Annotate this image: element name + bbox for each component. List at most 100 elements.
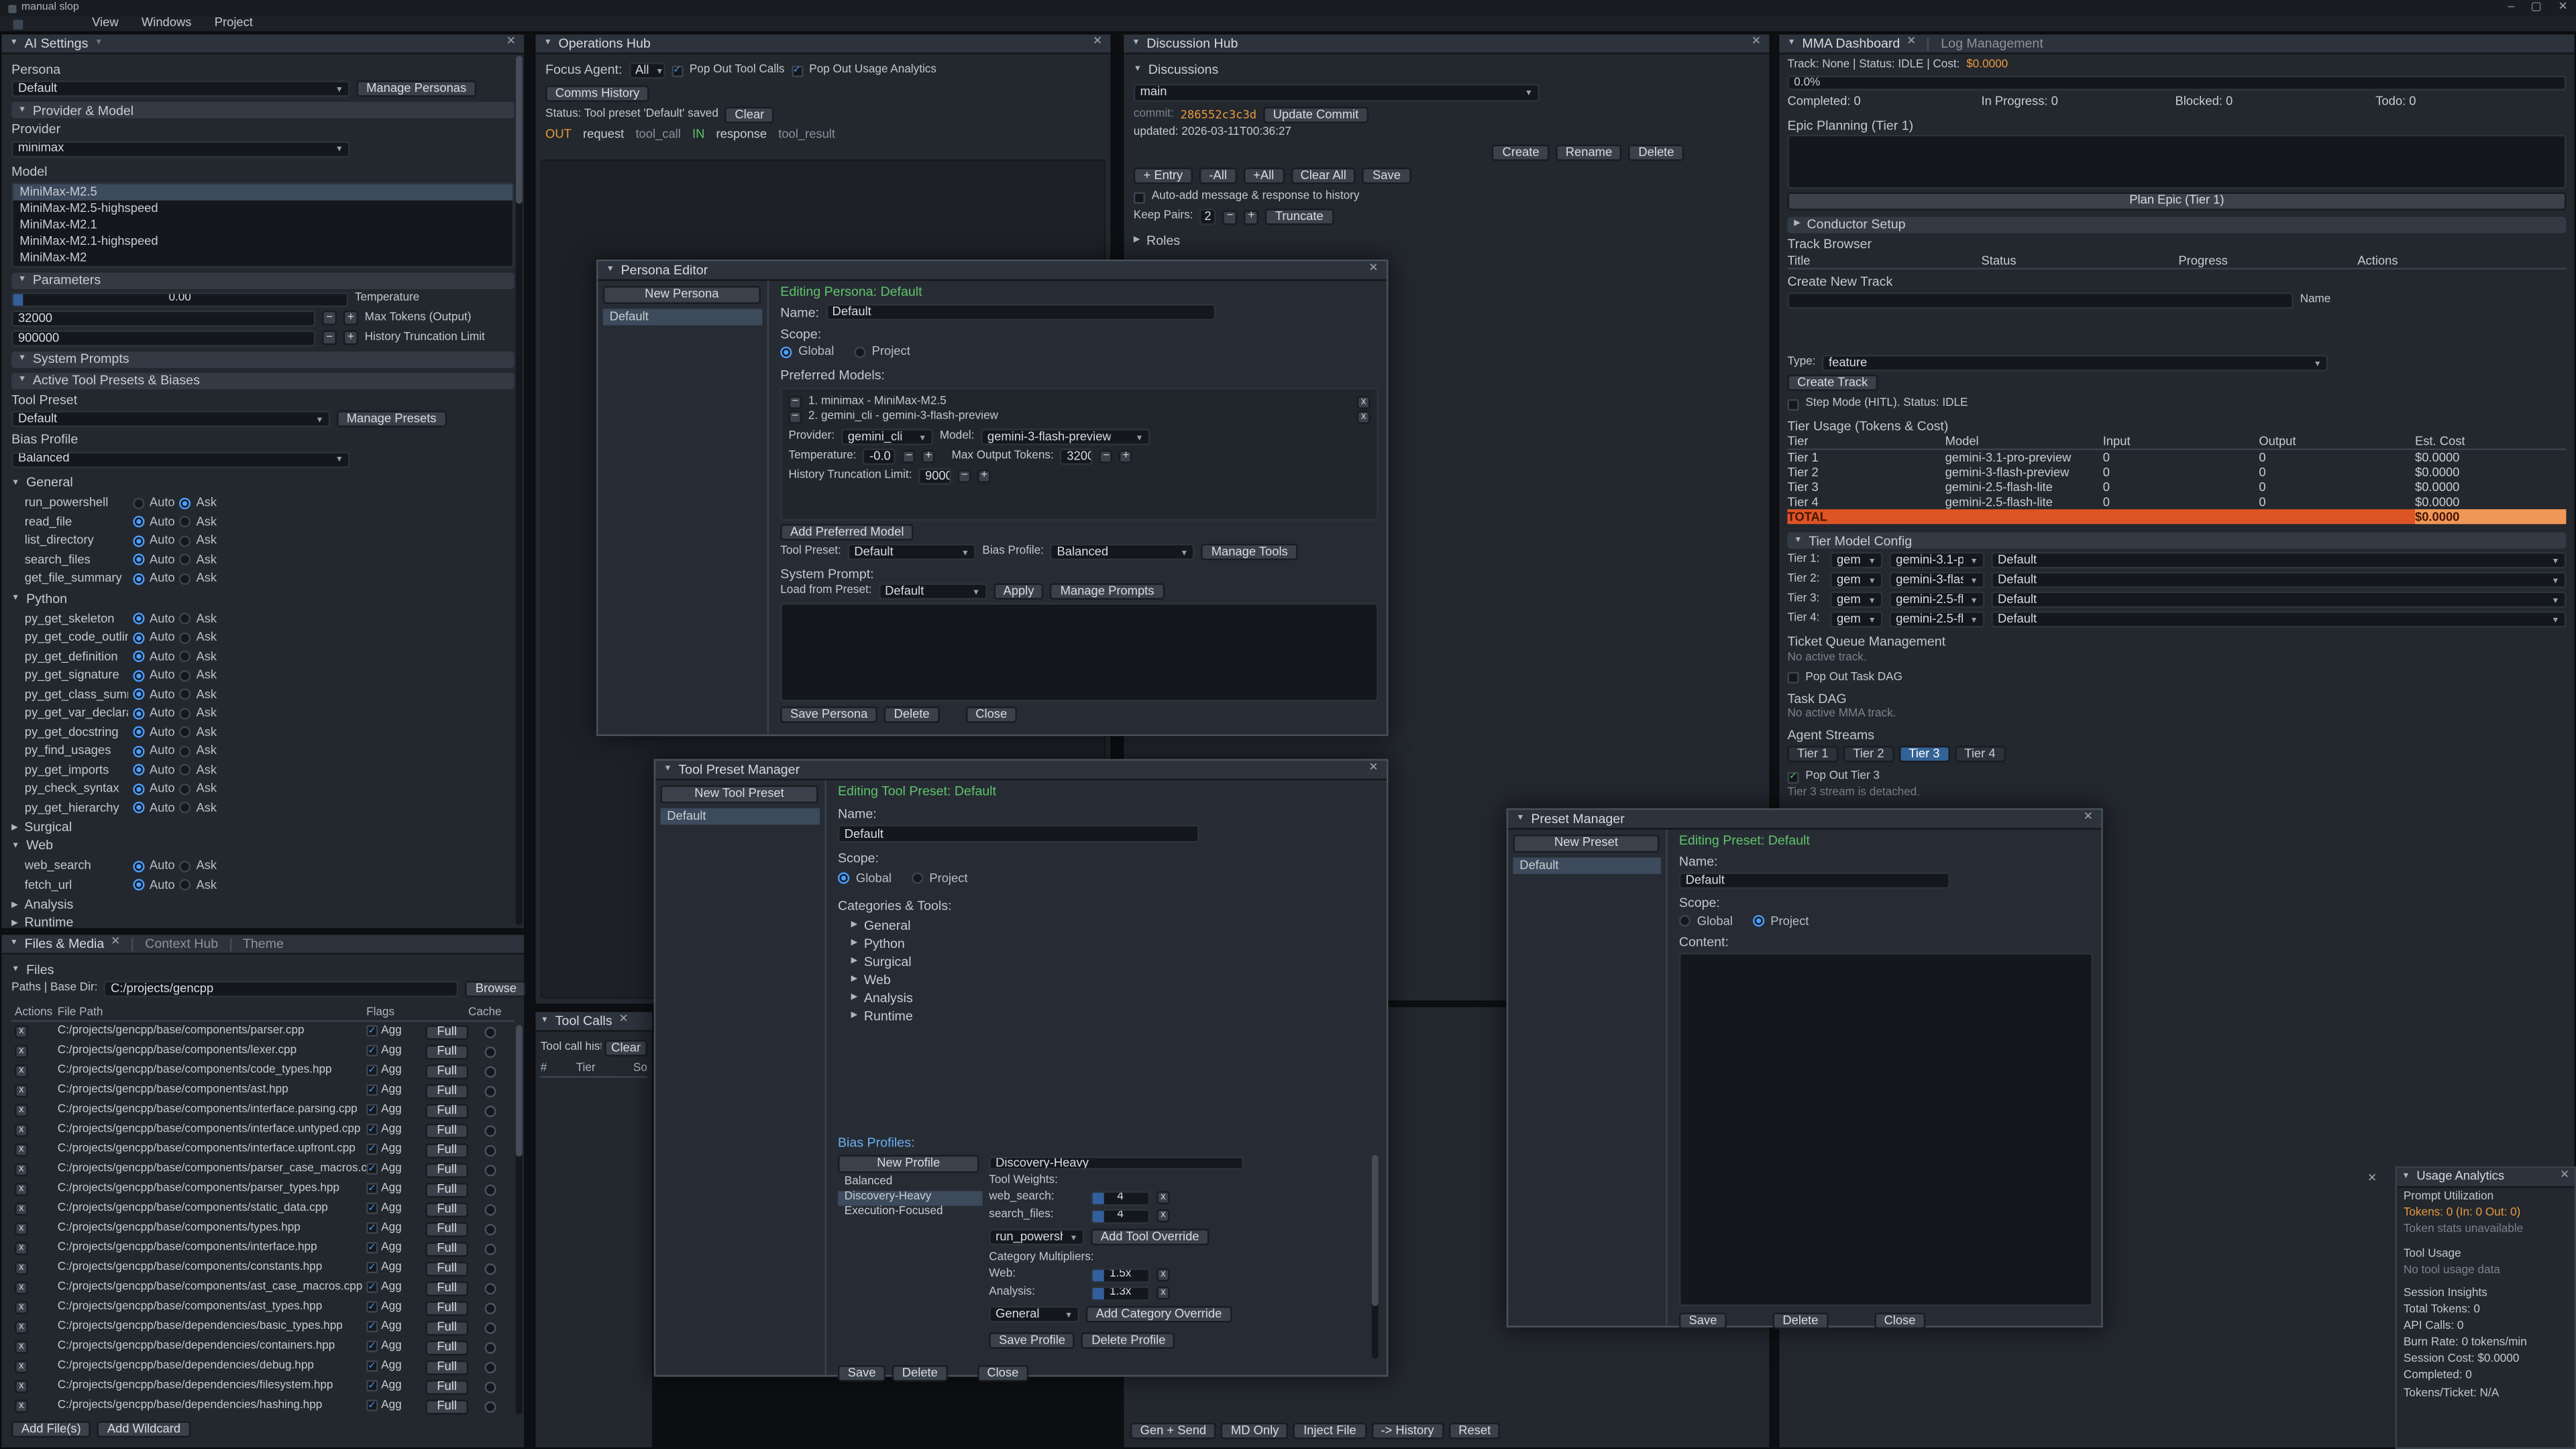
remove-file-button[interactable]: [15, 1262, 28, 1275]
collapse-icon[interactable]: [10, 40, 18, 48]
composer-button[interactable]: -> History: [1371, 1423, 1444, 1439]
tier-preset-dropdown[interactable]: Default: [1991, 553, 2566, 569]
agg-checkbox[interactable]: [366, 1203, 378, 1215]
remove-multiplier-button[interactable]: [1157, 1287, 1170, 1301]
increment-button[interactable]: [922, 451, 935, 464]
reorder-button[interactable]: [789, 411, 802, 425]
tier-model-dropdown[interactable]: gemini-2.5-flash-lite: [1889, 612, 1984, 628]
apply-button[interactable]: Apply: [994, 584, 1044, 600]
remove-file-button[interactable]: [15, 1281, 28, 1295]
tool-preset-name-input[interactable]: Default: [838, 825, 1199, 843]
auto-radio[interactable]: [133, 727, 144, 738]
ask-radio[interactable]: [180, 535, 191, 547]
close-button[interactable]: Close: [1874, 1313, 1925, 1330]
stream-tab[interactable]: Tier 2: [1843, 746, 1894, 762]
collapse-icon[interactable]: [2402, 1173, 2410, 1181]
ask-radio[interactable]: [180, 745, 191, 757]
auto-radio[interactable]: [133, 632, 144, 643]
model-option[interactable]: MiniMax-M2.1: [13, 217, 513, 233]
plan-epic-button[interactable]: Plan Epic (Tier 1): [1787, 192, 2566, 210]
agg-checkbox[interactable]: [366, 1046, 378, 1057]
full-button[interactable]: Full: [425, 1340, 468, 1354]
cache-indicator[interactable]: [484, 1026, 495, 1037]
ask-radio[interactable]: [180, 498, 191, 509]
full-button[interactable]: Full: [425, 1201, 468, 1216]
plus-all-button[interactable]: +All: [1243, 168, 1284, 184]
delete-discussion-button[interactable]: Delete: [1629, 145, 1684, 161]
keep-pairs-input[interactable]: 2: [1199, 209, 1216, 225]
manage-personas-button[interactable]: Manage Personas: [356, 80, 476, 97]
scope-project-radio[interactable]: [854, 347, 865, 358]
scrollbar-thumb[interactable]: [516, 56, 523, 203]
tab-log-management[interactable]: Log Management: [1941, 36, 2043, 52]
full-button[interactable]: Full: [425, 1360, 468, 1375]
agg-checkbox[interactable]: [366, 1026, 378, 1037]
ask-radio[interactable]: [180, 784, 191, 795]
remove-file-button[interactable]: [15, 1163, 28, 1177]
full-button[interactable]: Full: [425, 1123, 468, 1138]
close-window-button[interactable]: [2558, 1, 2567, 15]
remove-file-button[interactable]: [15, 1065, 28, 1078]
auto-radio[interactable]: [133, 670, 144, 682]
max-tokens-input[interactable]: 32000: [11, 311, 315, 327]
provider-dropdown[interactable]: minimax: [11, 141, 350, 157]
tier-provider-dropdown[interactable]: gemini: [1830, 572, 1882, 588]
manage-prompts-button[interactable]: Manage Prompts: [1051, 584, 1164, 600]
collapse-icon[interactable]: [1516, 815, 1524, 823]
remove-file-button[interactable]: [15, 1045, 28, 1059]
save-discussion-button[interactable]: Save: [1362, 168, 1410, 184]
discussions-section[interactable]: Discussions: [1134, 62, 1760, 77]
full-button[interactable]: Full: [425, 1182, 468, 1197]
preset-manager-header[interactable]: Preset Manager: [1508, 810, 2101, 829]
full-button[interactable]: Full: [425, 1103, 468, 1118]
tool-group-general[interactable]: General: [11, 476, 514, 490]
cache-indicator[interactable]: [484, 1144, 495, 1156]
new-tool-preset-button[interactable]: New Tool Preset: [660, 786, 818, 804]
system-prompts-section[interactable]: System Prompts: [11, 352, 514, 368]
decrement-button[interactable]: [958, 470, 971, 484]
ask-radio[interactable]: [180, 632, 191, 643]
auto-add-checkbox[interactable]: [1134, 191, 1145, 203]
minimize-button[interactable]: –: [2508, 1, 2515, 15]
scope-project-radio[interactable]: [911, 873, 922, 884]
increment-button[interactable]: [343, 331, 358, 345]
remove-weight-button[interactable]: [1157, 1192, 1170, 1205]
decrement-button[interactable]: [1223, 209, 1238, 224]
delete-button[interactable]: Delete: [892, 1365, 948, 1381]
close-icon[interactable]: [1093, 37, 1102, 50]
remove-file-button[interactable]: [15, 1104, 28, 1118]
model-dropdown[interactable]: gemini-3-flash-preview: [981, 429, 1150, 445]
collapse-icon[interactable]: [544, 40, 552, 48]
save-button[interactable]: Save: [1679, 1313, 1727, 1330]
scope-global-radio[interactable]: [1679, 916, 1690, 927]
base-dir-input[interactable]: C:/projects/gencpp: [104, 981, 459, 997]
active-presets-section[interactable]: Active Tool Presets & Biases: [11, 373, 514, 389]
cache-indicator[interactable]: [484, 1342, 495, 1353]
close-icon[interactable]: [1907, 37, 1916, 50]
load-preset-dropdown[interactable]: Default: [878, 584, 987, 600]
decrement-button[interactable]: [322, 331, 337, 345]
increment-button[interactable]: [343, 311, 358, 326]
clear-status-button[interactable]: Clear: [725, 107, 774, 123]
collapse-icon[interactable]: [541, 1017, 549, 1025]
tab-context-hub[interactable]: Context Hub: [145, 936, 218, 952]
ask-radio[interactable]: [180, 573, 191, 584]
minus-all-button[interactable]: -All: [1199, 168, 1237, 184]
persona-editor-header[interactable]: Persona Editor: [598, 261, 1387, 280]
decrement-button[interactable]: [902, 451, 916, 464]
pop-out-dag-checkbox[interactable]: [1787, 672, 1799, 684]
agg-checkbox[interactable]: [366, 1065, 378, 1077]
delete-persona-button[interactable]: Delete: [884, 707, 940, 723]
temperature-input[interactable]: -0.0: [863, 449, 896, 465]
scope-global-radio[interactable]: [838, 873, 849, 884]
auto-radio[interactable]: [133, 861, 144, 872]
remove-weight-button[interactable]: [1157, 1210, 1170, 1223]
cache-indicator[interactable]: [484, 1401, 495, 1412]
clear-all-button[interactable]: Clear All: [1291, 168, 1356, 184]
cache-indicator[interactable]: [484, 1046, 495, 1057]
bias-profile-dropdown[interactable]: Balanced: [1051, 544, 1195, 560]
tab-mma-dashboard[interactable]: MMA Dashboard: [1802, 36, 1900, 52]
multiplier-slider[interactable]: 1.3x: [1091, 1286, 1150, 1301]
cache-indicator[interactable]: [484, 1361, 495, 1373]
ask-radio[interactable]: [180, 708, 191, 719]
